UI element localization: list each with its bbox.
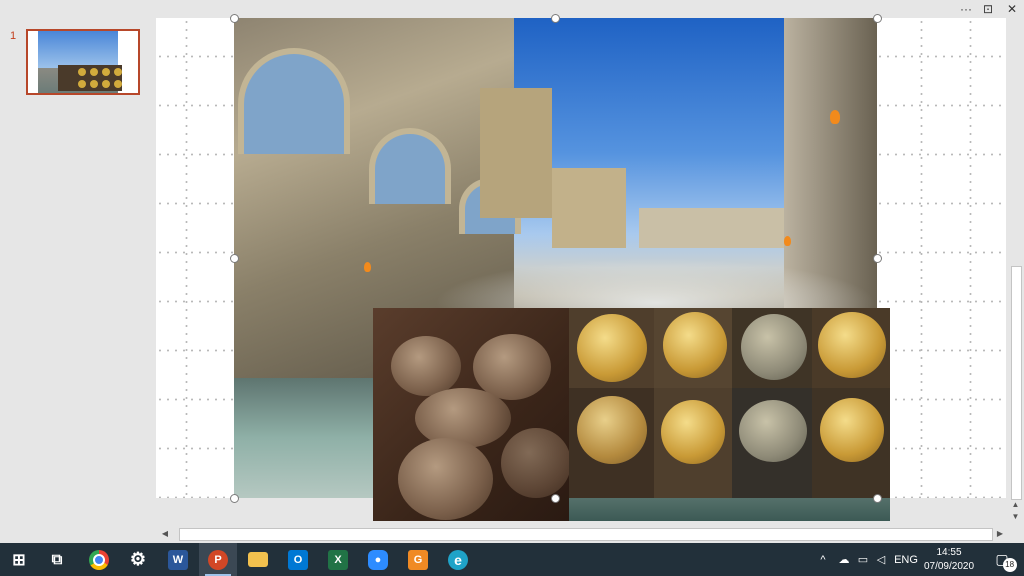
chevron-up-icon[interactable]: ^ xyxy=(814,543,832,576)
file-explorer-button[interactable] xyxy=(239,543,277,576)
zoom-button[interactable]: ● xyxy=(359,543,397,576)
torch-flame xyxy=(364,262,371,272)
resize-handle[interactable] xyxy=(230,254,239,263)
excel-button[interactable]: X xyxy=(319,543,357,576)
coin xyxy=(415,388,511,448)
chrome-icon xyxy=(89,549,109,570)
edge-icon: e xyxy=(448,549,468,570)
battery-icon[interactable]: ▭ xyxy=(854,543,872,576)
clock-time: 14:55 xyxy=(936,547,962,558)
torch-flame xyxy=(830,110,840,124)
notification-icon: ▢ 18 xyxy=(995,551,1017,572)
coin xyxy=(391,336,461,396)
arch-window xyxy=(369,128,451,204)
bronze-coins-pile xyxy=(373,308,571,521)
resize-handle[interactable] xyxy=(230,14,239,23)
abbey-tower xyxy=(480,88,552,218)
resize-handle[interactable] xyxy=(551,14,560,23)
roman-coins-photo[interactable] xyxy=(373,308,890,521)
coin xyxy=(577,314,647,382)
horizontal-scroll-thumb[interactable] xyxy=(179,528,993,541)
taskbar: ⊞ ⧉ ⚙ W P O X ● G e ^ ☁ ▭ ◁ ENG 14:55 07… xyxy=(0,543,1024,576)
coin xyxy=(820,398,884,462)
clock-date: 07/09/2020 xyxy=(923,561,975,572)
abbey-nave xyxy=(552,168,626,248)
thumbnail-coins xyxy=(58,65,122,91)
task-view-icon: ⧉ xyxy=(51,551,63,568)
word-button[interactable]: W xyxy=(159,543,197,576)
video-camera-icon: ● xyxy=(368,549,388,570)
language-indicator[interactable]: ENG xyxy=(892,543,920,576)
powerpoint-icon: P xyxy=(208,549,228,570)
start-button[interactable]: ⊞ xyxy=(0,543,38,576)
settings-button[interactable]: ⚙ xyxy=(119,543,157,576)
ribbon-display-icon[interactable]: ⊡ xyxy=(977,0,999,18)
arch-window xyxy=(238,48,350,154)
cloud-icon[interactable]: ☁ xyxy=(834,543,854,576)
coin xyxy=(473,334,551,400)
app-g-button[interactable]: G xyxy=(399,543,437,576)
resize-handle[interactable] xyxy=(873,254,882,263)
resize-handle[interactable] xyxy=(873,494,882,503)
scroll-right-icon[interactable]: ▶ xyxy=(993,526,1007,542)
coin xyxy=(577,396,647,464)
chrome-button[interactable] xyxy=(80,543,118,576)
slides-pane: 1 xyxy=(0,18,155,543)
word-icon: W xyxy=(168,549,188,570)
folder-icon xyxy=(248,552,268,567)
horizontal-scrollbar[interactable]: ◀ ▶ xyxy=(155,526,1007,542)
coin-base xyxy=(569,498,890,521)
powerpoint-button[interactable]: P xyxy=(199,543,237,576)
coin xyxy=(818,312,886,378)
clock[interactable]: 14:55 07/09/2020 xyxy=(918,546,980,574)
resize-handle[interactable] xyxy=(230,494,239,503)
title-strip: ··· ⊡ ✕ xyxy=(0,0,1024,18)
next-slide-icon[interactable]: ▼ xyxy=(1007,512,1024,521)
app-g-icon: G xyxy=(408,549,428,570)
vertical-scroll-thumb[interactable] xyxy=(1011,266,1022,500)
coin xyxy=(501,428,571,498)
notification-count: 18 xyxy=(1002,558,1017,572)
background-building xyxy=(639,208,789,248)
close-icon[interactable]: ✕ xyxy=(1001,0,1023,18)
torch-flame xyxy=(784,236,791,246)
more-options-button[interactable]: ··· xyxy=(955,0,977,18)
coin xyxy=(741,314,807,380)
scroll-left-icon[interactable]: ◀ xyxy=(158,526,172,542)
task-view-button[interactable]: ⧉ xyxy=(38,543,76,576)
previous-slide-icon[interactable]: ▲ xyxy=(1007,500,1024,509)
speaker-icon[interactable]: ◁ xyxy=(872,543,890,576)
edge-button[interactable]: e xyxy=(439,543,477,576)
outlook-icon: O xyxy=(288,549,308,570)
coin xyxy=(661,400,725,464)
resize-handle[interactable] xyxy=(873,14,882,23)
windows-icon: ⊞ xyxy=(12,551,26,569)
resize-handle[interactable] xyxy=(551,494,560,503)
slide-thumbnail[interactable] xyxy=(26,29,140,95)
gear-icon: ⚙ xyxy=(129,549,147,569)
vertical-scrollbar[interactable]: ▲ ▼ xyxy=(1007,18,1024,526)
coin xyxy=(663,312,727,378)
notifications-button[interactable]: ▢ 18 xyxy=(988,543,1017,576)
outlook-button[interactable]: O xyxy=(279,543,317,576)
coin xyxy=(739,400,807,462)
slide-number: 1 xyxy=(10,30,17,42)
excel-icon: X xyxy=(328,549,348,570)
coin xyxy=(398,438,493,520)
